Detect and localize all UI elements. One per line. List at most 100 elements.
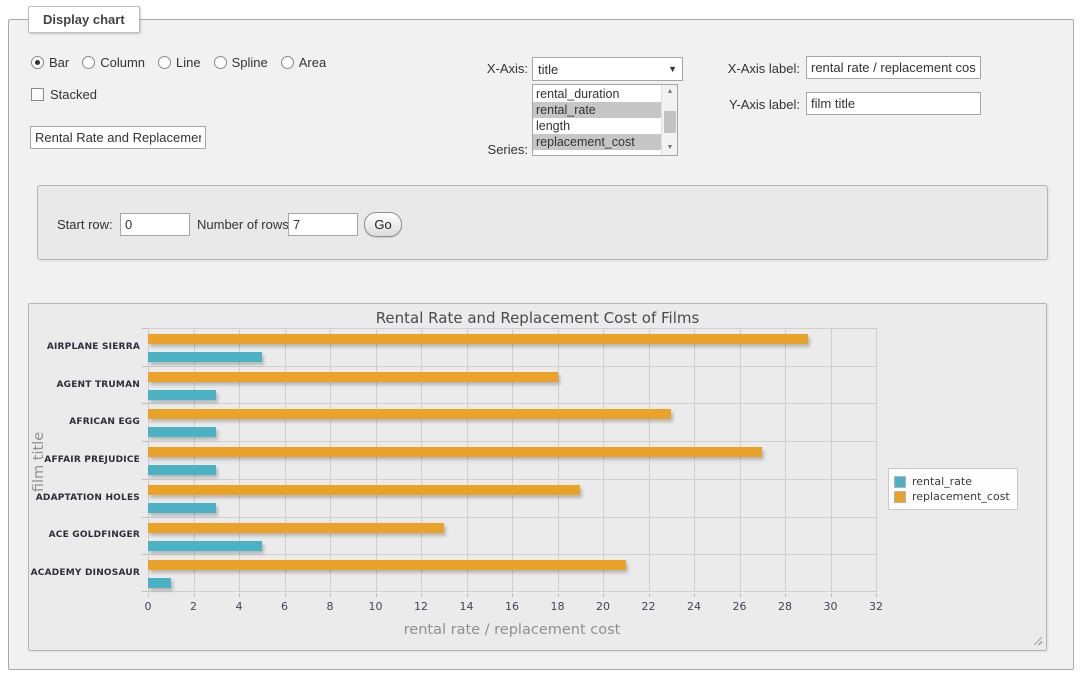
x-tick-mark — [785, 593, 786, 597]
y-category-label: ADAPTATION HOLES — [29, 493, 140, 503]
series-multiselect[interactable]: rental_durationrental_ratelengthreplacem… — [532, 84, 678, 156]
x-tick-label: 4 — [219, 600, 259, 613]
y-category-label: AFFAIR PREJUDICE — [29, 455, 140, 465]
x-tick-label: 16 — [492, 600, 532, 613]
gridline — [421, 328, 422, 592]
radio-icon[interactable] — [214, 56, 227, 69]
series-label: Series: — [429, 142, 528, 157]
page: Display chart Bar Column Line Spline Area St… — [0, 0, 1081, 681]
radio-icon[interactable] — [31, 56, 44, 69]
x-tick-label: 6 — [265, 600, 305, 613]
radio-icon[interactable] — [82, 56, 95, 69]
fieldset-legend-title: Display chart — [28, 6, 140, 33]
chart-title-input[interactable] — [30, 126, 206, 149]
x-tick-label: 0 — [128, 600, 168, 613]
chart-container: Rental Rate and Replacement Cost of Film… — [28, 303, 1047, 651]
x-tick-label: 8 — [310, 600, 350, 613]
series-option-replacement_cost[interactable]: replacement_cost — [533, 134, 661, 150]
chart-type-label: Area — [299, 55, 326, 70]
gridline — [148, 441, 876, 442]
x-tick-mark — [603, 593, 604, 597]
legend-swatch-icon — [894, 476, 906, 488]
gridline — [330, 328, 331, 592]
x-tick-label: 10 — [356, 600, 396, 613]
bar-replacement_cost — [148, 334, 808, 344]
x-tick-mark — [649, 593, 650, 597]
chart-type-radio-area[interactable]: Area — [281, 55, 326, 70]
bar-rental_rate — [148, 578, 171, 588]
y-tick-mark — [142, 517, 148, 518]
chart-type-radio-line[interactable]: Line — [158, 55, 201, 70]
x-tick-label: 26 — [720, 600, 760, 613]
x-tick-mark — [285, 593, 286, 597]
legend-label: replacement_cost — [912, 490, 1010, 503]
x-tick-label: 24 — [674, 600, 714, 613]
x-axis-select-value: title — [538, 62, 668, 77]
gridline — [194, 328, 195, 592]
x-tick-mark — [512, 593, 513, 597]
legend-entry-replacement_cost: replacement_cost — [894, 490, 1010, 503]
chart-type-label: Line — [176, 55, 201, 70]
scroll-down-icon[interactable]: ▼ — [662, 141, 678, 155]
resize-grip-icon[interactable] — [1031, 634, 1042, 645]
bar-rental_rate — [148, 503, 216, 513]
chart-type-label: Spline — [232, 55, 268, 70]
scrollbar-thumb[interactable] — [664, 111, 676, 133]
start-row-label: Start row: — [57, 217, 113, 232]
y-category-label: AGENT TRUMAN — [29, 380, 140, 390]
chart-legend: rental_ratereplacement_cost — [888, 468, 1018, 510]
y-tick-mark — [142, 591, 148, 592]
chart-type-radio-spline[interactable]: Spline — [214, 55, 268, 70]
series-scrollbar[interactable]: ▲ ▼ — [661, 85, 677, 155]
bar-replacement_cost — [148, 485, 580, 495]
x-tick-mark — [194, 593, 195, 597]
number-of-rows-input[interactable] — [288, 213, 358, 236]
stacked-checkbox[interactable] — [31, 88, 44, 101]
stacked-checkbox-row[interactable]: Stacked — [31, 87, 97, 102]
start-row-input[interactable] — [120, 213, 190, 236]
gridline — [148, 479, 876, 480]
gridline — [512, 328, 513, 592]
x-tick-mark — [148, 593, 149, 597]
bar-rental_rate — [148, 465, 216, 475]
stacked-label: Stacked — [50, 87, 97, 102]
gridline — [603, 328, 604, 592]
series-option-rental_rate[interactable]: rental_rate — [533, 102, 661, 118]
y-tick-mark — [142, 366, 148, 367]
gridline — [876, 328, 877, 592]
series-option-rental_duration[interactable]: rental_duration — [533, 86, 661, 102]
radio-icon[interactable] — [158, 56, 171, 69]
bar-rental_rate — [148, 427, 216, 437]
x-tick-mark — [376, 593, 377, 597]
y-tick-mark — [142, 479, 148, 480]
plot-area — [148, 328, 876, 592]
x-tick-label: 22 — [629, 600, 669, 613]
x-tick-mark — [558, 593, 559, 597]
x-axis-select-label: X-Axis: — [429, 61, 528, 76]
go-button[interactable]: Go — [364, 212, 402, 237]
x-axis-title: rental rate / replacement cost — [148, 622, 876, 638]
x-tick-mark — [467, 593, 468, 597]
chart-type-radio-column[interactable]: Column — [82, 55, 145, 70]
y-axis-label-input[interactable] — [806, 92, 981, 115]
gridline — [148, 517, 876, 518]
chart-type-radio-bar[interactable]: Bar — [31, 55, 69, 70]
x-tick-mark — [831, 593, 832, 597]
gridline — [148, 328, 149, 592]
bar-rental_rate — [148, 390, 216, 400]
y-category-label: ACADEMY DINOSAUR — [29, 568, 140, 578]
legend-swatch-icon — [894, 491, 906, 503]
chart-type-radio-group: Bar Column Line Spline Area — [31, 55, 326, 70]
gridline — [467, 328, 468, 592]
gridline — [376, 328, 377, 592]
x-axis-label-input[interactable] — [806, 56, 981, 79]
radio-icon[interactable] — [281, 56, 294, 69]
series-option-length[interactable]: length — [533, 118, 661, 134]
x-tick-label: 14 — [447, 600, 487, 613]
gridline — [285, 328, 286, 592]
number-of-rows-label: Number of rows: — [197, 217, 292, 232]
x-tick-mark — [421, 593, 422, 597]
x-tick-mark — [330, 593, 331, 597]
bar-replacement_cost — [148, 372, 558, 382]
series-options: rental_durationrental_ratelengthreplacem… — [533, 86, 661, 150]
